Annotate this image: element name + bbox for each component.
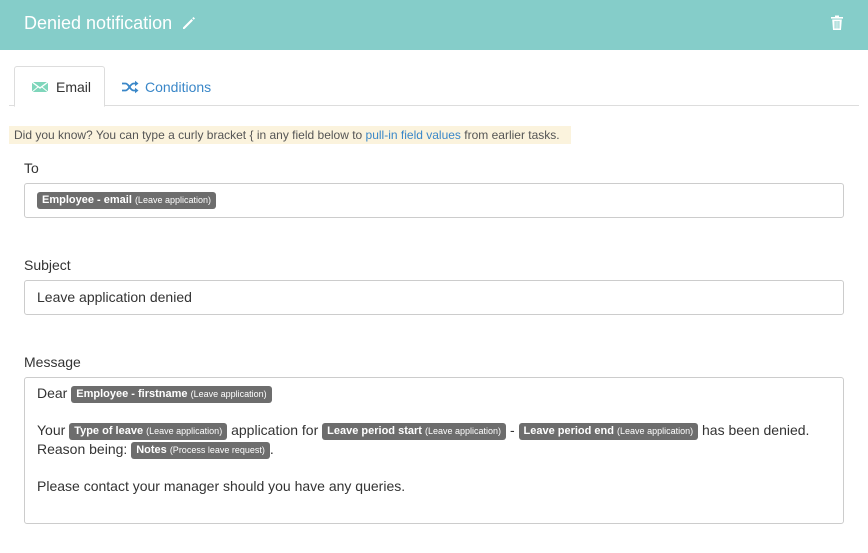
message-text: has been denied. [702, 422, 810, 438]
message-line-closing: Please contact your manager should you h… [37, 477, 831, 496]
shuffle-icon [122, 80, 139, 93]
envelope-icon [31, 80, 49, 92]
tab-email-label: Email [56, 78, 92, 95]
tip-text-before: Did you know? You can type a curly brack… [14, 128, 366, 142]
message-label: Message [24, 354, 81, 370]
message-line-greeting: Dear Employee - firstname (Leave applica… [37, 384, 831, 403]
pencil-icon[interactable] [181, 15, 197, 31]
message-field[interactable]: Dear Employee - firstname (Leave applica… [24, 377, 844, 524]
message-text: Reason being: [37, 441, 128, 457]
token-field-name: Employee - firstname [76, 388, 188, 400]
subject-value: Leave application denied [37, 289, 192, 305]
tip-text-after: from earlier tasks. [460, 128, 560, 142]
tab-email[interactable]: Email [14, 66, 105, 107]
token-source: (Leave application) [190, 389, 267, 399]
subject-field[interactable]: Leave application denied [24, 280, 844, 315]
tab-bar: Email Conditions [9, 66, 859, 107]
pull-in-field-values-link[interactable]: pull-in field values [366, 128, 461, 142]
token-source: (Leave application) [146, 426, 223, 436]
token-field-name: Leave period end [523, 425, 614, 437]
token-field-name: Notes [136, 444, 167, 456]
field-token[interactable]: Leave period start (Leave application) [322, 423, 507, 440]
message-line-reason: Reason being: Notes (Process leave reque… [37, 440, 831, 459]
to-label: To [24, 160, 39, 176]
subject-label: Subject [24, 257, 71, 273]
token-source: (Leave application) [424, 426, 502, 436]
message-closing: Please contact your manager should you h… [37, 478, 406, 494]
notification-header: Denied notification [0, 0, 868, 50]
token-source: (Process leave request) [169, 445, 265, 455]
token-source: (Leave application) [617, 426, 694, 436]
tip-banner: Did you know? You can type a curly brack… [9, 126, 571, 144]
message-text: application for [231, 422, 319, 438]
message-text: - [509, 422, 515, 438]
field-token[interactable]: Employee - firstname (Leave application) [71, 386, 272, 403]
token-field-name: Employee - email [42, 194, 132, 206]
token-source: (Leave application) [134, 195, 211, 205]
message-greeting: Dear [37, 385, 68, 401]
trash-icon[interactable] [830, 15, 844, 31]
field-token[interactable]: Type of leave (Leave application) [69, 423, 228, 440]
field-token[interactable]: Notes (Process leave request) [131, 442, 270, 459]
message-text: Your [37, 422, 66, 438]
token-field-name: Leave period start [327, 425, 422, 437]
tab-conditions[interactable]: Conditions [121, 66, 211, 107]
message-line-body: Your Type of leave (Leave application) a… [37, 421, 831, 440]
notification-title: Denied notification [24, 13, 173, 33]
token-field-name: Type of leave [74, 425, 144, 437]
message-text: . [269, 441, 274, 457]
tab-conditions-label: Conditions [145, 78, 212, 95]
field-token[interactable]: Leave period end (Leave application) [518, 423, 699, 440]
field-token[interactable]: Employee - email (Leave application) [37, 192, 216, 209]
to-field[interactable]: Employee - email (Leave application) [24, 183, 844, 218]
